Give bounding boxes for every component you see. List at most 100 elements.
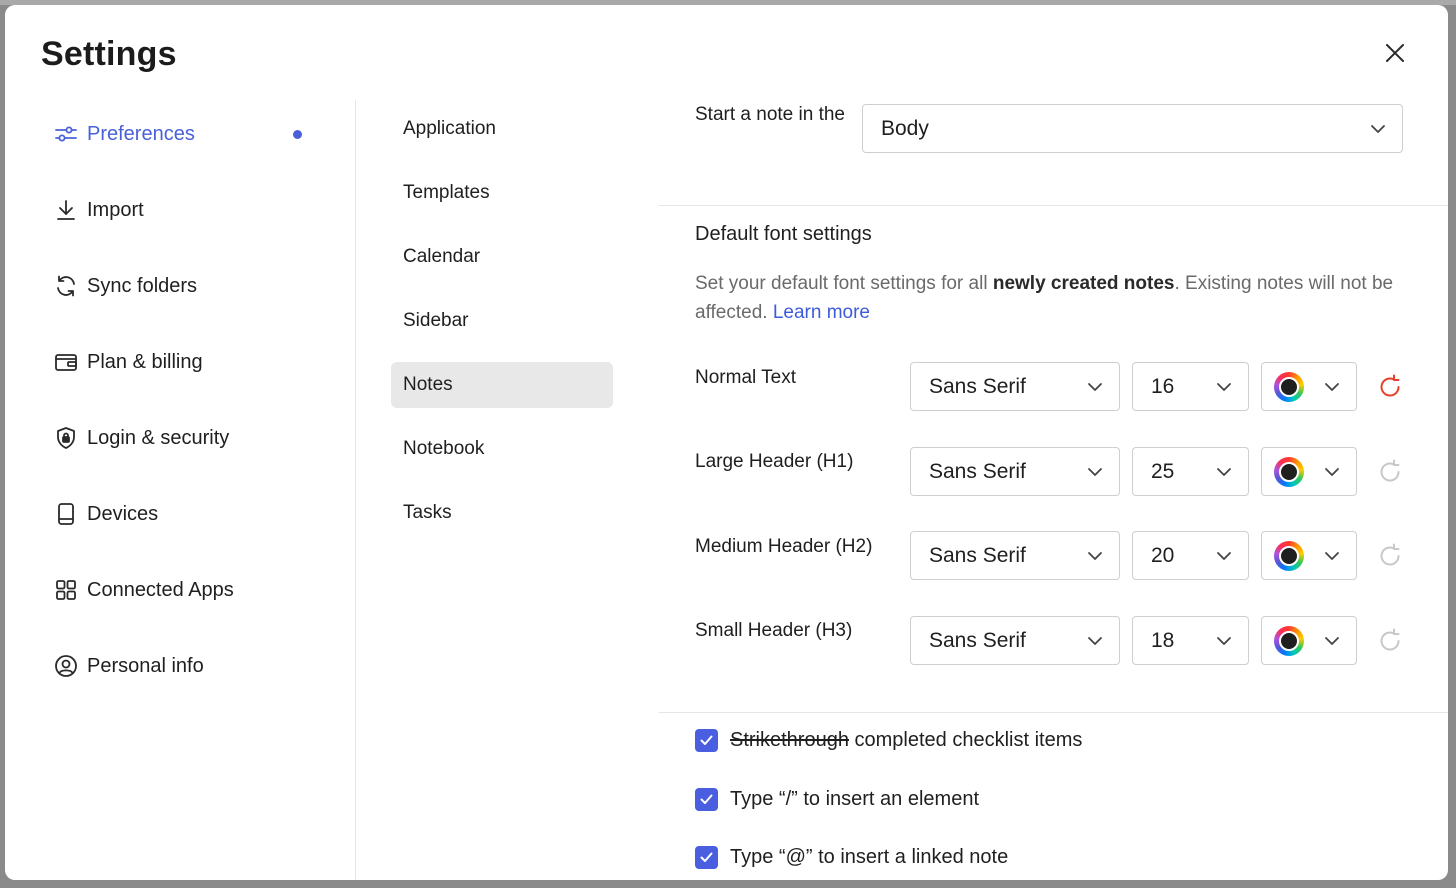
font-color-select[interactable] (1261, 531, 1357, 580)
shield-lock-icon (53, 425, 79, 451)
nav-label: Import (87, 198, 144, 221)
chevron-down-icon (1325, 382, 1339, 391)
checkbox-strikethrough[interactable]: Strikethrough completed checklist items (695, 727, 1082, 753)
reset-icon[interactable] (1377, 543, 1403, 569)
checkmark-icon (700, 735, 713, 745)
chevron-down-icon (1088, 467, 1102, 476)
font-row-label: Small Header (H3) (695, 620, 853, 641)
checkmark-icon (700, 794, 713, 804)
font-size-select[interactable]: 20 (1132, 531, 1249, 580)
nav-item-personal-info[interactable]: Personal info (53, 646, 313, 686)
checkmark-icon (700, 852, 713, 862)
modal-title: Settings (41, 35, 177, 73)
sliders-icon (53, 121, 79, 147)
settings-modal: Settings Preferences Import Sync folders… (5, 5, 1448, 880)
font-family-value: Sans Serif (929, 459, 1026, 483)
subnav-item-sidebar[interactable]: Sidebar (391, 298, 613, 344)
subnav-item-calendar[interactable]: Calendar (391, 234, 613, 280)
phone-icon (53, 501, 79, 527)
reset-icon[interactable] (1377, 374, 1403, 400)
nav-item-plan-billing[interactable]: Plan & billing (53, 342, 313, 382)
subnav-item-tasks[interactable]: Tasks (391, 490, 613, 536)
font-section-title: Default font settings (695, 223, 872, 245)
font-family-select[interactable]: Sans Serif (910, 531, 1120, 580)
wallet-icon (53, 349, 79, 375)
desc-text: Set your default font settings for all (695, 273, 993, 294)
font-size-select[interactable]: 16 (1132, 362, 1249, 411)
reset-icon[interactable] (1377, 459, 1403, 485)
checkbox-label: Type “@” to insert a linked note (730, 845, 1009, 868)
nav-item-preferences[interactable]: Preferences (53, 114, 313, 154)
font-color-select[interactable] (1261, 616, 1357, 665)
nav-item-devices[interactable]: Devices (53, 494, 313, 534)
checkbox[interactable] (695, 845, 718, 869)
font-family-value: Sans Serif (929, 543, 1026, 567)
font-size-value: 20 (1151, 543, 1175, 567)
subnav-item-application[interactable]: Application (391, 106, 613, 152)
color-swatch-icon (1274, 371, 1304, 402)
font-size-select[interactable]: 25 (1132, 447, 1249, 496)
start-note-value: Body (881, 116, 929, 140)
nav-item-connected-apps[interactable]: Connected Apps (53, 570, 313, 610)
font-color-select[interactable] (1261, 362, 1357, 411)
notes-settings: Start a note in the Body Default font se… (659, 5, 1448, 880)
nav-label: Devices (87, 502, 159, 525)
font-color-select[interactable] (1261, 447, 1357, 496)
chevron-down-icon (1217, 382, 1231, 391)
checkbox-label-text: completed checklist items (848, 728, 1083, 751)
font-family-value: Sans Serif (929, 628, 1026, 652)
sync-icon (53, 273, 79, 299)
chevron-down-icon (1088, 382, 1102, 391)
color-swatch-icon (1274, 540, 1304, 571)
unread-dot (293, 130, 302, 139)
nav-item-sync-folders[interactable]: Sync folders (53, 266, 313, 306)
subnav-item-notes[interactable]: Notes (391, 362, 613, 408)
nav-label: Personal info (87, 654, 204, 677)
nav-item-import[interactable]: Import (53, 190, 313, 230)
font-family-select[interactable]: Sans Serif (910, 447, 1120, 496)
nav-label: Login & security (87, 426, 230, 449)
chevron-down-icon (1088, 551, 1102, 560)
nav-label: Plan & billing (87, 350, 203, 373)
start-note-label: Start a note in the (695, 104, 845, 125)
grid-icon (53, 577, 79, 603)
subnav-item-templates[interactable]: Templates (391, 170, 613, 216)
section-divider (659, 712, 1448, 713)
font-row-label: Medium Header (H2) (695, 536, 873, 557)
chevron-down-icon (1325, 467, 1339, 476)
desc-bold-text: newly created notes (992, 273, 1175, 294)
learn-more-link[interactable]: Learn more (773, 302, 870, 323)
font-family-select[interactable]: Sans Serif (910, 362, 1120, 411)
nav-divider (355, 100, 356, 880)
checkbox[interactable] (695, 728, 718, 752)
download-icon (53, 197, 79, 223)
checkbox[interactable] (695, 787, 718, 811)
color-swatch-icon (1274, 456, 1304, 487)
chevron-down-icon (1088, 636, 1102, 645)
font-section-description: Set your default font settings for all n… (695, 269, 1415, 327)
chevron-down-icon (1217, 636, 1231, 645)
subnav-item-notebook[interactable]: Notebook (391, 426, 613, 472)
font-row-label: Large Header (H1) (695, 451, 854, 472)
chevron-down-icon (1217, 551, 1231, 560)
strikethrough-text: Strikethrough (730, 728, 849, 751)
nav-label: Preferences (87, 122, 195, 145)
font-size-value: 16 (1151, 374, 1175, 398)
chevron-down-icon (1371, 124, 1385, 133)
font-family-select[interactable]: Sans Serif (910, 616, 1120, 665)
reset-icon[interactable] (1377, 628, 1403, 654)
checkbox-label: Strikethrough completed checklist items (730, 729, 1082, 752)
font-size-value: 18 (1151, 628, 1175, 652)
font-size-value: 25 (1151, 459, 1175, 483)
chevron-down-icon (1217, 467, 1231, 476)
checkbox-at-mention[interactable]: Type “@” to insert a linked note (695, 844, 1008, 870)
font-row-label: Normal Text (695, 367, 797, 388)
nav-label: Connected Apps (87, 578, 234, 601)
nav-item-login-security[interactable]: Login & security (53, 418, 313, 458)
chevron-down-icon (1325, 636, 1339, 645)
font-size-select[interactable]: 18 (1132, 616, 1249, 665)
checkbox-label: Type “/” to insert an element (730, 787, 980, 810)
section-divider (659, 205, 1448, 206)
start-note-select[interactable]: Body (862, 104, 1403, 153)
checkbox-slash-command[interactable]: Type “/” to insert an element (695, 786, 979, 812)
